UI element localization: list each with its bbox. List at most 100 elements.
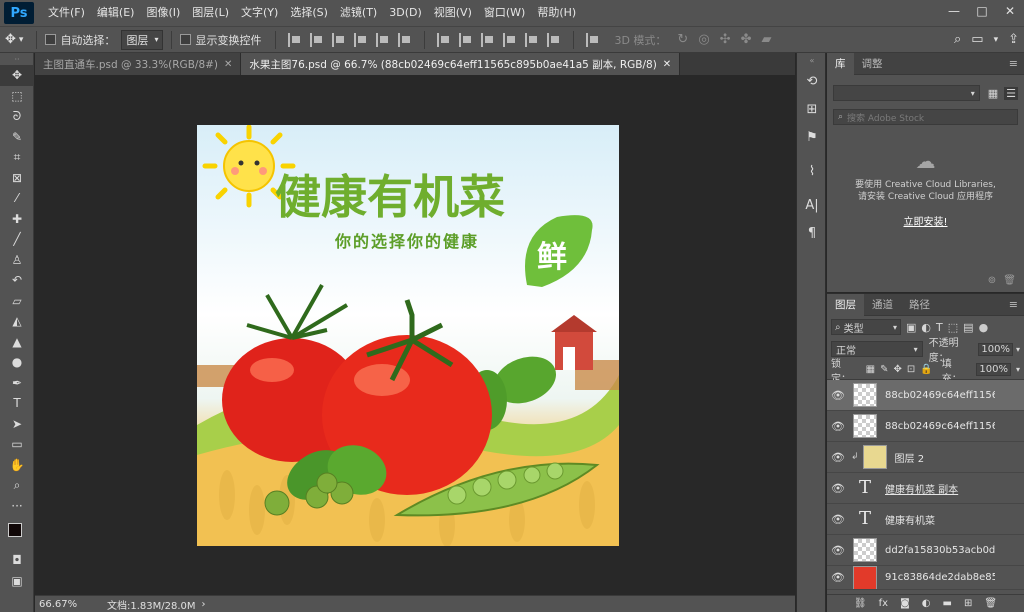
history-panel-icon[interactable]: ⟲ <box>797 67 827 95</box>
3d-drag-icon[interactable]: ✣ <box>720 32 731 47</box>
trash-icon[interactable]: 🗑 <box>1003 275 1016 286</box>
screen-mode-icon[interactable]: ▣ <box>0 571 34 592</box>
chevron-down-icon[interactable]: ▾ <box>1016 345 1020 354</box>
align-right-icon[interactable] <box>398 32 412 47</box>
share-icon[interactable]: ⇪ <box>1008 32 1019 47</box>
filter-toggle-icon[interactable]: ● <box>979 321 989 334</box>
align-bottom-icon[interactable] <box>332 32 346 47</box>
filter-smart-icon[interactable]: ▤ <box>963 321 973 334</box>
eye-icon[interactable]: 👁 <box>827 389 849 402</box>
3d-roll-icon[interactable]: ◎ <box>698 32 709 47</box>
mask-icon[interactable]: ◙ <box>900 598 910 609</box>
tab-channels[interactable]: 通道 <box>864 294 901 316</box>
more-tools-icon[interactable]: ··· <box>0 496 34 517</box>
chevron-down-icon[interactable]: ▾ <box>1016 365 1020 374</box>
menu-3d[interactable]: 3D(D) <box>383 0 428 26</box>
dodge-tool-icon[interactable]: ● <box>0 352 34 373</box>
zoom-tool-icon[interactable]: ⌕ <box>0 475 34 496</box>
lock-all-icon[interactable]: 🔒 <box>920 364 932 375</box>
artwork-canvas[interactable]: 健康有机菜 你的选择你的健康 鲜 <box>197 125 619 546</box>
adjustment-icon[interactable]: ◐ <box>922 598 931 609</box>
history-brush-tool-icon[interactable]: ↶ <box>0 270 34 291</box>
search-icon[interactable]: ⌕ <box>954 32 961 47</box>
collapse-icon[interactable]: « <box>797 53 827 67</box>
new-layer-icon[interactable]: ⊞ <box>964 598 972 609</box>
distribute-left-icon[interactable] <box>503 32 517 47</box>
panel-menu-icon[interactable]: ≡ <box>1009 298 1018 311</box>
character-panel-icon[interactable]: A| <box>797 191 827 219</box>
stamp-tool-icon[interactable]: ♙ <box>0 250 34 271</box>
menu-image[interactable]: 图像(I) <box>140 0 186 26</box>
opacity-field[interactable]: 100% <box>978 342 1013 356</box>
tab-paths[interactable]: 路径 <box>901 294 938 316</box>
layer-row[interactable]: 👁 T 健康有机菜 <box>827 504 1024 535</box>
move-tool-icon[interactable]: ✥ <box>5 32 16 47</box>
library-dropdown[interactable]: ▾ <box>833 85 980 101</box>
distribute-hcenter-icon[interactable] <box>525 32 539 47</box>
properties-panel-icon[interactable]: ⊞ <box>797 95 827 123</box>
chevron-down-icon[interactable]: ▾ <box>994 35 999 45</box>
close-icon[interactable]: ✕ <box>224 59 232 70</box>
eye-icon[interactable]: 👁 <box>827 482 849 495</box>
marquee-tool-icon[interactable]: ⬚ <box>0 86 34 107</box>
distribute-right-icon[interactable] <box>547 32 561 47</box>
filter-pixel-icon[interactable]: ▣ <box>906 321 916 334</box>
list-view-icon[interactable]: ☰ <box>1004 86 1018 100</box>
move-tool-icon[interactable]: ✥ <box>0 65 34 86</box>
3d-camera-icon[interactable]: ▰ <box>761 32 771 47</box>
align-vcenter-icon[interactable] <box>310 32 324 47</box>
close-button[interactable]: ✕ <box>996 0 1024 22</box>
rectangle-tool-icon[interactable]: ▭ <box>0 434 34 455</box>
panel-menu-icon[interactable]: ≡ <box>1009 57 1018 70</box>
lasso-tool-icon[interactable]: ᘐ <box>0 106 34 127</box>
menu-type[interactable]: 文字(Y) <box>235 0 284 26</box>
menu-filter[interactable]: 滤镜(T) <box>334 0 383 26</box>
stock-search-field[interactable]: ⌕ 搜索 Adobe Stock <box>833 109 1018 125</box>
align-left-icon[interactable] <box>354 32 368 47</box>
filter-type-icon[interactable]: T <box>936 321 943 334</box>
eye-icon[interactable]: 👁 <box>827 544 849 557</box>
crop-tool-icon[interactable]: ⌗ <box>0 147 34 168</box>
workspace-icon[interactable]: ▭ <box>971 32 983 47</box>
menu-view[interactable]: 视图(V) <box>428 0 478 26</box>
layer-row[interactable]: 👁 88cb02469c64eff11565c8... <box>827 411 1024 442</box>
chevron-right-icon[interactable]: › <box>202 599 206 610</box>
tab-adjustments[interactable]: 调整 <box>854 53 891 75</box>
maximize-button[interactable]: □ <box>968 0 996 22</box>
doc-tab-1[interactable]: 主图直通车.psd @ 33.3%(RGB/8#) ✕ <box>35 53 242 75</box>
distribute-top-icon[interactable] <box>437 32 451 47</box>
eye-icon[interactable]: 👁 <box>827 420 849 433</box>
menu-select[interactable]: 选择(S) <box>284 0 334 26</box>
eyedropper-tool-icon[interactable]: ⁄ <box>0 188 34 209</box>
foreground-color-swatch[interactable] <box>8 523 22 537</box>
lock-transparency-icon[interactable]: ▦ <box>866 364 875 375</box>
3d-slide-icon[interactable]: ✤ <box>741 32 752 47</box>
install-link[interactable]: 立即安装! <box>827 213 1024 228</box>
lock-pixels-icon[interactable]: ✎ <box>880 364 888 375</box>
minimize-button[interactable]: — <box>940 0 968 22</box>
close-icon[interactable]: ✕ <box>663 59 671 70</box>
menu-help[interactable]: 帮助(H) <box>531 0 582 26</box>
auto-align-icon[interactable] <box>586 32 600 47</box>
healing-brush-tool-icon[interactable]: ✚ <box>0 209 34 230</box>
menu-window[interactable]: 窗口(W) <box>478 0 531 26</box>
lock-position-icon[interactable]: ✥ <box>894 364 902 375</box>
eye-icon[interactable]: 👁 <box>827 451 849 464</box>
doc-tab-2[interactable]: 水果主图76.psd @ 66.7% (88cb02469c64eff11565… <box>241 53 681 75</box>
cc-sync-icon[interactable]: ⊚ <box>988 275 996 286</box>
auto-select-checkbox[interactable] <box>45 34 57 45</box>
quick-select-tool-icon[interactable]: ✎ <box>0 127 34 148</box>
distribute-bottom-icon[interactable] <box>481 32 495 47</box>
trash-icon[interactable]: 🗑 <box>984 598 997 609</box>
layer-row[interactable]: 👁 ↲ 图层 2 <box>827 442 1024 473</box>
menu-layer[interactable]: 图层(L) <box>186 0 235 26</box>
distribute-vcenter-icon[interactable] <box>459 32 473 47</box>
type-tool-icon[interactable]: T <box>0 393 34 414</box>
auto-select-dropdown[interactable]: 图层 ▾ <box>121 29 164 50</box>
actions-panel-icon[interactable]: ⚑ <box>797 123 827 151</box>
eraser-tool-icon[interactable]: ▱ <box>0 291 34 312</box>
paint-bucket-tool-icon[interactable]: ◭ <box>0 311 34 332</box>
paragraph-panel-icon[interactable]: ¶ <box>797 219 827 247</box>
tab-libraries[interactable]: 库 <box>827 52 854 75</box>
align-hcenter-icon[interactable] <box>376 32 390 47</box>
